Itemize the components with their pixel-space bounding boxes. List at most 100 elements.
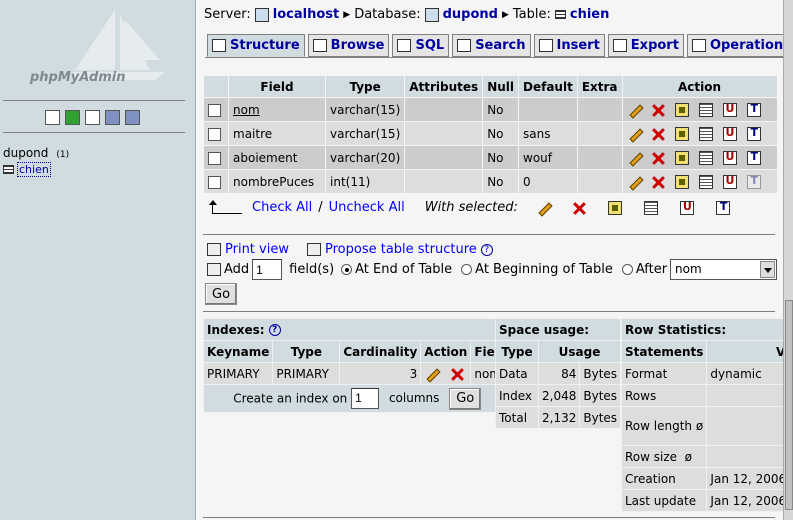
fulltext-icon[interactable] [746, 126, 761, 141]
primary-key-icon[interactable] [674, 102, 689, 117]
index-icon[interactable] [698, 126, 713, 141]
exit-icon[interactable] [65, 110, 80, 125]
tab-label: Operations [709, 38, 783, 53]
at-beginning-label[interactable]: At Beginning of Table [475, 262, 613, 277]
drop-cross-icon[interactable] [572, 201, 586, 215]
edit-pencil-icon[interactable] [424, 367, 438, 381]
drop-cross-icon[interactable] [651, 151, 665, 165]
at-beginning-radio[interactable] [461, 264, 473, 275]
add-label: Add [224, 262, 250, 277]
at-end-radio[interactable] [341, 264, 353, 275]
fulltext-icon[interactable] [746, 102, 761, 117]
field-cell: nombrePuces [229, 170, 325, 193]
tab-label: Insert [556, 38, 600, 53]
unique-icon[interactable] [722, 150, 737, 165]
sidebar-table-link[interactable]: chien [17, 162, 51, 177]
tab-search[interactable]: Search [452, 34, 531, 57]
extra-cell [577, 170, 622, 193]
index-icon[interactable] [698, 102, 713, 117]
primary-key-icon[interactable] [674, 126, 689, 141]
field-cell: nom [229, 98, 325, 121]
fulltext-icon[interactable] [715, 200, 730, 215]
check-all-link[interactable]: Check All [252, 200, 312, 215]
row-checkbox-cell [204, 170, 228, 193]
database-name[interactable]: dupond [3, 146, 48, 160]
row-statistics-caption: Row Statistics: [622, 319, 783, 340]
after-label[interactable]: After [636, 262, 667, 277]
drop-cross-icon[interactable] [651, 175, 665, 189]
edit-pencil-icon[interactable] [627, 103, 641, 117]
vertical-scrollbar[interactable] [783, 0, 793, 520]
edit-pencil-icon[interactable] [536, 201, 550, 215]
field-name: nom [233, 102, 260, 117]
row-checkbox[interactable] [208, 151, 221, 165]
after-field-select[interactable]: nom [670, 259, 778, 280]
row-checkbox[interactable] [208, 103, 221, 117]
action-cell [622, 98, 777, 121]
table-row: PRIMARY PRIMARY 3 nom [204, 363, 511, 384]
tab-browse[interactable]: Browse [307, 34, 390, 57]
create-index-go-button[interactable]: Go [449, 387, 482, 410]
edit-pencil-icon[interactable] [627, 175, 641, 189]
divider [203, 517, 775, 518]
primary-key-icon[interactable] [674, 150, 689, 165]
drop-cross-icon[interactable] [651, 103, 665, 117]
field-count-input[interactable] [252, 259, 283, 280]
drop-cross-icon[interactable] [651, 127, 665, 141]
drop-cross-icon[interactable] [450, 367, 464, 381]
server-link[interactable]: localhost [273, 7, 339, 22]
index-icon[interactable] [698, 150, 713, 165]
edit-pencil-icon[interactable] [627, 127, 641, 141]
unique-icon[interactable] [722, 102, 737, 117]
at-end-label[interactable]: At End of Table [355, 262, 452, 277]
sql-query-icon[interactable] [85, 110, 100, 125]
row-checkbox[interactable] [208, 127, 221, 141]
fulltext-icon[interactable] [746, 150, 761, 165]
tab-insert[interactable]: Insert [533, 34, 605, 57]
logo-text: phpMyAdmin [30, 70, 126, 85]
attributes-cell [405, 122, 483, 145]
database-link[interactable]: dupond [443, 7, 498, 22]
primary-key-icon[interactable] [674, 174, 689, 189]
left-toolbar [45, 110, 140, 125]
space-usage-caption: Space usage: [496, 319, 621, 340]
unique-icon[interactable] [722, 126, 737, 141]
index-icon[interactable] [698, 174, 713, 189]
index-icon[interactable] [643, 200, 658, 215]
add-field-go-button[interactable]: Go [205, 283, 238, 305]
separator: / [318, 200, 323, 215]
table-icon[interactable] [3, 165, 14, 174]
column-header: Type [273, 341, 340, 362]
unique-icon[interactable] [722, 174, 737, 189]
tab-export[interactable]: Export [607, 34, 684, 57]
edit-pencil-icon[interactable] [627, 151, 641, 165]
tab-sql[interactable]: SQL [392, 34, 450, 57]
column-header: Type [326, 76, 405, 97]
help-icon[interactable]: ? [480, 243, 493, 256]
after-radio[interactable] [621, 264, 633, 275]
sidebar-table-item[interactable]: chien [3, 162, 51, 177]
database-item[interactable]: dupond (1) [3, 146, 69, 160]
help-icon[interactable] [105, 110, 120, 125]
propose-structure-link[interactable]: Propose table structure [325, 242, 477, 257]
space-unit-cell: Bytes [580, 385, 621, 406]
stat-label-cell: Creation [622, 468, 707, 489]
tab-operations[interactable]: Operations [686, 34, 783, 57]
index-columns-input[interactable] [351, 387, 380, 409]
uncheck-all-link[interactable]: Uncheck All [329, 200, 405, 215]
scrollbar-thumb[interactable] [785, 300, 793, 510]
table-link[interactable]: chien [570, 7, 610, 22]
unique-icon[interactable] [679, 200, 694, 215]
documentation-icon[interactable] [125, 110, 140, 125]
chevron-down-icon[interactable] [760, 261, 776, 278]
fulltext-disabled-icon [746, 174, 761, 189]
home-icon[interactable] [45, 110, 60, 125]
table-row: Data 84 Bytes [496, 363, 621, 384]
row-checkbox[interactable] [208, 175, 221, 189]
index-type-cell: PRIMARY [273, 363, 340, 384]
logo[interactable]: phpMyAdmin [0, 0, 196, 100]
help-icon[interactable]: ? [268, 324, 281, 336]
primary-key-icon[interactable] [607, 200, 622, 215]
print-view-link[interactable]: Print view [225, 242, 289, 257]
tab-structure[interactable]: Structure [207, 34, 305, 57]
